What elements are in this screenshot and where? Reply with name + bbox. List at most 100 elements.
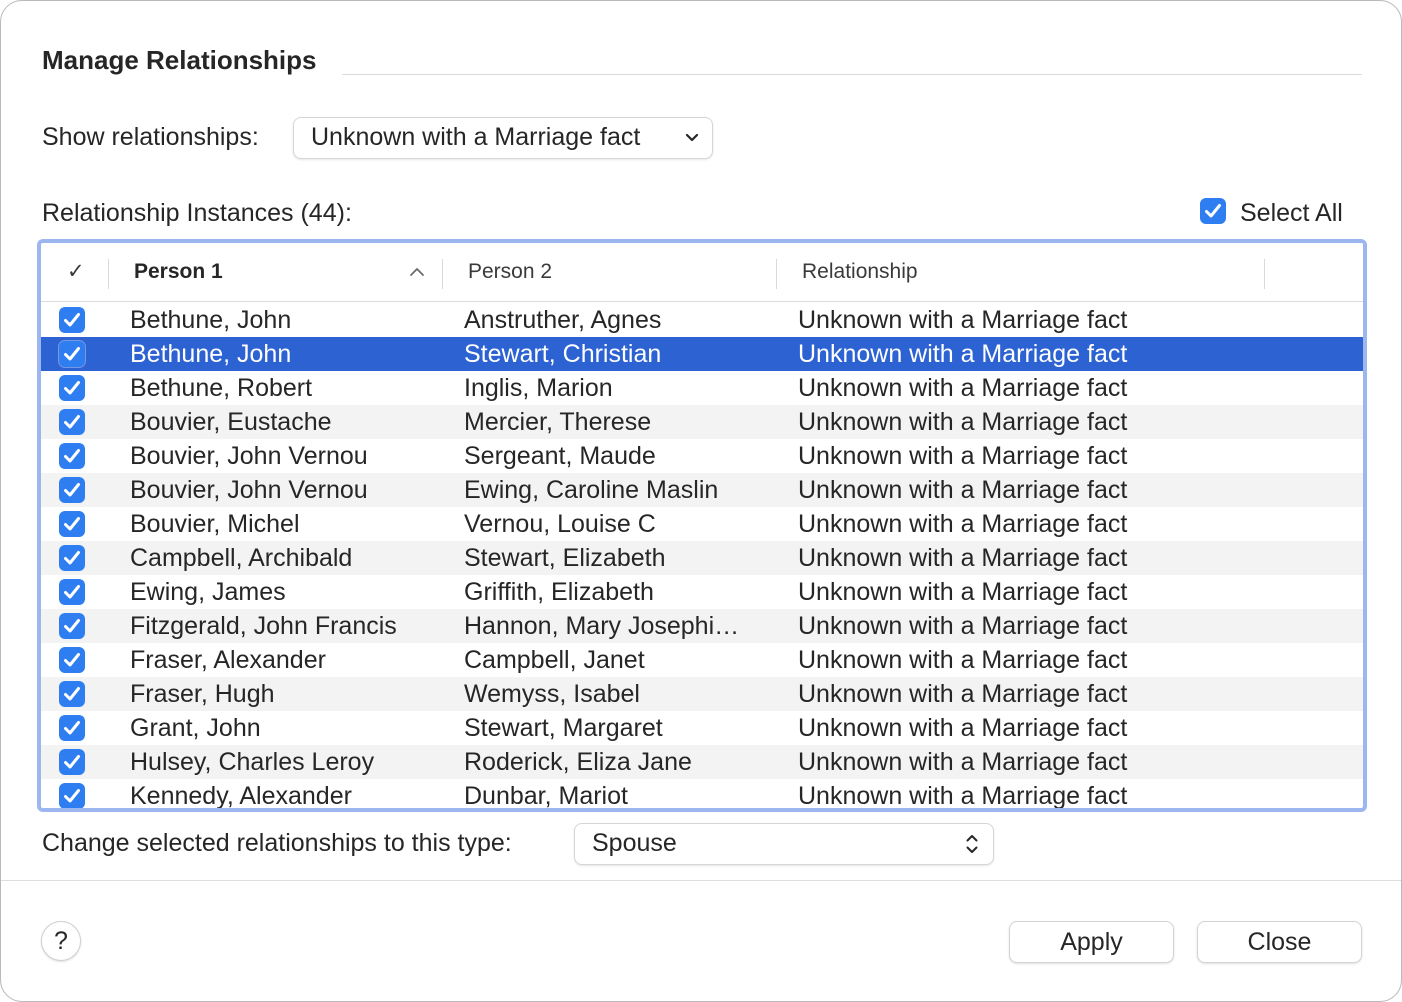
person2-cell: Inglis, Marion: [464, 374, 613, 402]
person1-cell: Campbell, Archibald: [130, 544, 353, 572]
checkbox-checked-icon: [1200, 198, 1226, 224]
help-button[interactable]: ?: [41, 921, 81, 961]
show-relationships-popup[interactable]: Unknown with a Marriage fact: [293, 117, 713, 159]
person1-cell: Fraser, Alexander: [130, 646, 326, 674]
table-row[interactable]: Bethune, Robert Inglis, Marion Unknown wit…: [41, 371, 1363, 405]
relationships-table[interactable]: ✓ Person 1 Person 2 Relationship Bethune…: [37, 239, 1367, 812]
checkbox-checked-icon: [59, 443, 85, 469]
column-separator[interactable]: [442, 259, 443, 289]
row-checkbox[interactable]: [59, 341, 85, 374]
table-row[interactable]: Bouvier, Michel Vernou, Louise C Unknown w…: [41, 507, 1363, 541]
sort-ascending-icon[interactable]: [409, 265, 425, 284]
row-checkbox[interactable]: [59, 647, 85, 680]
row-checkbox[interactable]: [59, 307, 85, 340]
table-row[interactable]: Fraser, Hugh Wemyss, Isabel Unknown with a…: [41, 677, 1363, 711]
checkbox-checked-icon: [59, 375, 85, 401]
row-checkbox[interactable]: [59, 443, 85, 476]
person1-cell: Bouvier, Eustache: [130, 408, 332, 436]
checkbox-checked-icon: [59, 409, 85, 435]
relationship-cell: Unknown with a Marriage fact: [798, 510, 1128, 538]
person2-cell: Stewart, Christian: [464, 340, 662, 368]
select-all-label[interactable]: Select All: [1240, 199, 1343, 228]
checkbox-checked-icon: [59, 749, 85, 775]
person2-cell: Stewart, Margaret: [464, 714, 663, 742]
row-checkbox[interactable]: [59, 749, 85, 782]
row-checkbox[interactable]: [59, 477, 85, 510]
table-row[interactable]: Fitzgerald, John Francis Hannon, Mary Jos…: [41, 609, 1363, 643]
chevron-down-icon: [682, 118, 702, 158]
row-checkbox[interactable]: [59, 511, 85, 544]
person2-cell: Hannon, Mary Josephi…: [464, 612, 740, 640]
relationship-cell: Unknown with a Marriage fact: [798, 374, 1128, 402]
column-header-check[interactable]: ✓: [67, 243, 85, 301]
checkbox-checked-icon: [59, 341, 85, 367]
table-row[interactable]: Bethune, John Stewart, Christian Unknown w…: [41, 337, 1363, 371]
checkbox-checked-icon: [59, 307, 85, 333]
person1-cell: Ewing, James: [130, 578, 286, 606]
table-row[interactable]: Ewing, James Griffith, Elizabeth Unknown w…: [41, 575, 1363, 609]
table-body: Bethune, John Anstruther, Agnes Unknown wi…: [41, 303, 1363, 810]
relationship-cell: Unknown with a Marriage fact: [798, 544, 1128, 572]
column-separator[interactable]: [776, 259, 777, 289]
table-row[interactable]: Bouvier, Eustache Mercier, Therese Unknown…: [41, 405, 1363, 439]
relationship-cell: Unknown with a Marriage fact: [798, 408, 1128, 436]
row-checkbox[interactable]: [59, 613, 85, 646]
table-row[interactable]: Kennedy, Alexander Dunbar, Mariot Unknown …: [41, 779, 1363, 810]
select-all-checkbox[interactable]: [1200, 198, 1226, 229]
apply-button[interactable]: Apply: [1009, 921, 1174, 963]
relationship-cell: Unknown with a Marriage fact: [798, 306, 1128, 334]
checkbox-checked-icon: [59, 783, 85, 808]
relationship-type-value: Spouse: [592, 829, 677, 857]
column-separator[interactable]: [108, 259, 109, 289]
person1-cell: Bethune, John: [130, 306, 292, 334]
checkbox-checked-icon: [59, 715, 85, 741]
row-checkbox[interactable]: [59, 545, 85, 578]
row-checkbox[interactable]: [59, 375, 85, 408]
person2-cell: Mercier, Therese: [464, 408, 652, 436]
table-row[interactable]: Fraser, Alexander Campbell, Janet Unknown …: [41, 643, 1363, 677]
relationship-type-popup[interactable]: Spouse: [574, 823, 994, 865]
table-row[interactable]: Bethune, John Anstruther, Agnes Unknown wi…: [41, 303, 1363, 337]
footer-divider: [1, 880, 1401, 881]
row-checkbox[interactable]: [59, 409, 85, 442]
table-row[interactable]: Bouvier, John Vernou Ewing, Caroline Masl…: [41, 473, 1363, 507]
person2-cell: Stewart, Elizabeth: [464, 544, 666, 572]
relationship-cell: Unknown with a Marriage fact: [798, 680, 1128, 708]
table-row[interactable]: Hulsey, Charles Leroy Roderick, Eliza Jan…: [41, 745, 1363, 779]
person2-cell: Wemyss, Isabel: [464, 680, 640, 708]
person1-cell: Grant, John: [130, 714, 261, 742]
column-header-person2[interactable]: Person 2: [468, 243, 552, 301]
row-checkbox[interactable]: [59, 579, 85, 612]
checkbox-checked-icon: [59, 647, 85, 673]
close-button[interactable]: Close: [1197, 921, 1362, 963]
person2-cell: Dunbar, Mariot: [464, 782, 628, 810]
person2-cell: Campbell, Janet: [464, 646, 645, 674]
title-divider: [342, 74, 1362, 75]
person1-cell: Fraser, Hugh: [130, 680, 275, 708]
person1-cell: Bethune, Robert: [130, 374, 313, 402]
relationship-cell: Unknown with a Marriage fact: [798, 578, 1128, 606]
person2-cell: Griffith, Elizabeth: [464, 578, 654, 606]
dialog-title: Manage Relationships: [42, 45, 317, 75]
column-separator[interactable]: [1264, 259, 1265, 289]
table-row[interactable]: Bouvier, John Vernou Sergeant, Maude Unkno…: [41, 439, 1363, 473]
relationship-cell: Unknown with a Marriage fact: [798, 476, 1128, 504]
row-checkbox[interactable]: [59, 681, 85, 714]
table-row[interactable]: Grant, John Stewart, Margaret Unknown with…: [41, 711, 1363, 745]
updown-chevron-icon: [963, 824, 981, 864]
relationship-cell: Unknown with a Marriage fact: [798, 782, 1128, 810]
column-header-person1[interactable]: Person 1: [134, 243, 223, 301]
relationship-cell: Unknown with a Marriage fact: [798, 646, 1128, 674]
table-header: ✓ Person 1 Person 2 Relationship: [41, 243, 1363, 302]
relationship-cell: Unknown with a Marriage fact: [798, 714, 1128, 742]
table-row[interactable]: Campbell, Archibald Stewart, Elizabeth Unk…: [41, 541, 1363, 575]
relationship-cell: Unknown with a Marriage fact: [798, 340, 1128, 368]
relationship-cell: Unknown with a Marriage fact: [798, 442, 1128, 470]
person2-cell: Roderick, Eliza Jane: [464, 748, 692, 776]
row-checkbox[interactable]: [59, 783, 85, 808]
person2-cell: Sergeant, Maude: [464, 442, 656, 470]
person1-cell: Bouvier, John Vernou: [130, 442, 368, 470]
row-checkbox[interactable]: [59, 715, 85, 748]
column-header-relationship[interactable]: Relationship: [802, 243, 918, 301]
checkbox-checked-icon: [59, 579, 85, 605]
